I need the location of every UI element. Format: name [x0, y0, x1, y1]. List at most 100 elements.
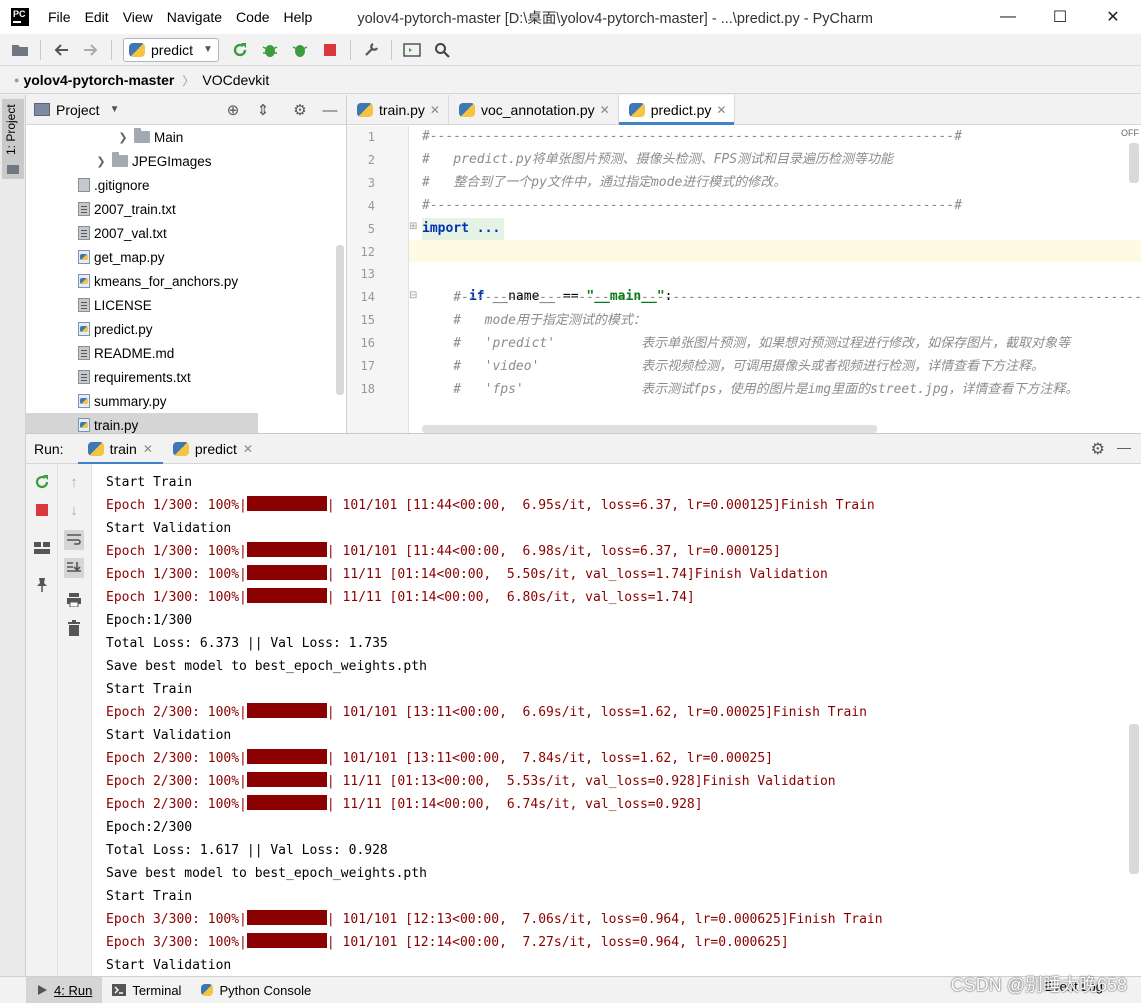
- coverage-bug-icon[interactable]: [288, 38, 312, 62]
- tab-train-py[interactable]: train.py ✕: [347, 95, 449, 124]
- tree-item-requirements[interactable]: requirements.txt: [26, 365, 346, 389]
- menu-view[interactable]: View: [116, 0, 160, 34]
- tree-item-predict[interactable]: predict.py: [26, 317, 346, 341]
- console-actions-strip: ↑ ↓: [58, 464, 92, 976]
- console-line-suffix: | 11/11 [01:14<00:00, 6.80s/it, val_loss…: [326, 590, 695, 605]
- project-tree-scrollbar[interactable]: [336, 245, 344, 395]
- rerun-icon[interactable]: [228, 38, 252, 62]
- tree-item-kmeans[interactable]: kmeans_for_anchors.py: [26, 269, 346, 293]
- hide-panel-icon[interactable]: —: [320, 100, 340, 120]
- pin-icon[interactable]: [32, 575, 52, 595]
- bottom-tab-run[interactable]: 4: Run: [26, 976, 103, 1003]
- run-console[interactable]: Start Train Epoch 1/300: 100%| | 101/101 […: [92, 464, 1141, 976]
- tree-item-2007-val[interactable]: 2007_val.txt: [26, 221, 346, 245]
- search-icon[interactable]: [430, 38, 454, 62]
- tab-voc-annotation-py[interactable]: voc_annotation.py ✕: [449, 95, 619, 124]
- maximize-button[interactable]: ☐: [1034, 0, 1086, 34]
- close-button[interactable]: ✕: [1087, 0, 1139, 34]
- soft-wrap-icon[interactable]: [64, 530, 84, 550]
- console-line: Epoch:2/300: [106, 820, 193, 835]
- console-scrollbar[interactable]: [1129, 724, 1139, 874]
- close-tab-icon[interactable]: ✕: [243, 442, 253, 456]
- rerun-icon[interactable]: [32, 472, 52, 492]
- print-icon[interactable]: [64, 590, 84, 610]
- tab-label: train.py: [379, 101, 425, 118]
- fold-icon[interactable]: ⊞: [409, 221, 417, 232]
- python-file-icon: [129, 42, 145, 57]
- code-line: # predict.py将单张图片预测、摄像头检测、FPS测试和目录遍历检测等功…: [422, 152, 894, 167]
- bottom-tab-python-console[interactable]: Python Console: [191, 977, 321, 1003]
- editor-vertical-scrollbar[interactable]: [1129, 143, 1139, 183]
- locate-target-icon[interactable]: ⊕: [223, 100, 243, 120]
- console-line-prefix: Epoch 1/300: 100%|: [106, 498, 247, 513]
- tree-item-main[interactable]: ❯ Main: [26, 125, 346, 149]
- trash-icon[interactable]: [64, 618, 84, 638]
- project-panel-title[interactable]: Project: [56, 102, 100, 118]
- bottom-tab-terminal[interactable]: Terminal: [102, 977, 191, 1003]
- chevron-right-icon[interactable]: ❯: [116, 131, 130, 144]
- tree-item-jpegimages[interactable]: ❯ JPEGImages: [26, 149, 346, 173]
- tree-item-license[interactable]: LICENSE: [26, 293, 346, 317]
- run-tab-train[interactable]: train ✕: [77, 434, 164, 465]
- tab-predict-py[interactable]: predict.py ✕: [618, 95, 736, 125]
- wrench-settings-icon[interactable]: [359, 38, 383, 62]
- close-tab-icon[interactable]: ✕: [430, 103, 440, 117]
- toolbar: predict ▼: [0, 34, 1141, 66]
- chevron-down-icon[interactable]: ▼: [110, 104, 120, 115]
- menu-navigate[interactable]: Navigate: [160, 0, 229, 34]
- stop-icon[interactable]: [32, 500, 52, 520]
- tree-item-get-map[interactable]: get_map.py: [26, 245, 346, 269]
- breadcrumb-project[interactable]: yolov4-pytorch-master: [19, 72, 178, 88]
- code-area[interactable]: #---------------------------------------…: [422, 126, 1141, 433]
- menu-file[interactable]: File: [41, 0, 78, 34]
- close-tab-icon[interactable]: ✕: [600, 103, 610, 117]
- run-tab-predict[interactable]: predict ✕: [163, 434, 263, 464]
- stop-icon[interactable]: [318, 38, 342, 62]
- project-tree: ❯ Main ❯ JPEGImages .gitignore 2007_trai…: [26, 125, 346, 433]
- console-line-suffix: | 101/101 [12:13<00:00, 7.06s/it, loss=0…: [326, 912, 883, 927]
- menu-edit[interactable]: Edit: [78, 0, 116, 34]
- tree-item-summary[interactable]: summary.py: [26, 389, 346, 413]
- menu-code[interactable]: Code: [229, 0, 276, 34]
- left-tool-strip: 1: Project: [0, 95, 26, 433]
- scroll-to-end-icon[interactable]: [64, 558, 84, 578]
- gear-icon[interactable]: ⚙: [1091, 439, 1105, 459]
- gear-icon[interactable]: ⚙: [290, 100, 310, 120]
- breadcrumb-folder[interactable]: VOCdevkit: [198, 72, 273, 88]
- fold-icon[interactable]: ⊟: [409, 290, 417, 301]
- hide-panel-icon[interactable]: —: [1117, 439, 1131, 455]
- console-line-prefix: Epoch 2/300: 100%|: [106, 774, 247, 789]
- project-panel-header: Project ▼ ⊕ ⇕ ⚙ —: [26, 95, 346, 125]
- forward-arrow-icon[interactable]: [79, 38, 103, 62]
- text-file-icon: [78, 202, 90, 216]
- chevron-right-icon: 〉: [182, 73, 195, 88]
- chevron-down-icon: ▼: [203, 44, 213, 55]
- code-line: #---------------------------------------…: [422, 198, 963, 213]
- tree-item-train[interactable]: train.py: [26, 413, 258, 433]
- run-configuration-select[interactable]: predict ▼: [123, 37, 219, 62]
- tree-item-gitignore[interactable]: .gitignore: [26, 173, 346, 197]
- back-arrow-icon[interactable]: [49, 38, 73, 62]
- close-tab-icon[interactable]: ✕: [143, 442, 153, 456]
- arrow-up-icon[interactable]: ↑: [64, 472, 84, 492]
- chevron-right-icon[interactable]: ❯: [94, 155, 108, 168]
- open-folder-icon[interactable]: [8, 38, 32, 62]
- toolbar-separator: [40, 39, 41, 60]
- layout-icon[interactable]: [32, 538, 52, 558]
- python-file-icon: [172, 441, 189, 456]
- close-tab-icon[interactable]: ✕: [716, 103, 726, 117]
- collapse-all-icon[interactable]: ⇕: [253, 100, 273, 120]
- project-tool-window-tab[interactable]: 1: Project: [2, 99, 24, 179]
- debug-bug-icon[interactable]: [258, 38, 282, 62]
- console-line-suffix: | 101/101 [11:44<00:00, 6.98s/it, loss=6…: [326, 544, 781, 559]
- minimize-button[interactable]: —: [982, 0, 1034, 34]
- tree-item-readme[interactable]: README.md: [26, 341, 346, 365]
- run-panel-header: Run: train ✕ predict ✕ ⚙ —: [26, 433, 1141, 465]
- arrow-down-icon[interactable]: ↓: [64, 500, 84, 520]
- editor-horizontal-scrollbar[interactable]: [422, 425, 877, 433]
- menu-help[interactable]: Help: [277, 0, 320, 34]
- tree-item-2007-train[interactable]: 2007_train.txt: [26, 197, 346, 221]
- run-window-icon[interactable]: [400, 38, 424, 62]
- tab-label: voc_annotation.py: [480, 101, 595, 118]
- console-line: Epoch 1/300: 100%| | 11/11 [01:14<00:00, …: [106, 563, 828, 586]
